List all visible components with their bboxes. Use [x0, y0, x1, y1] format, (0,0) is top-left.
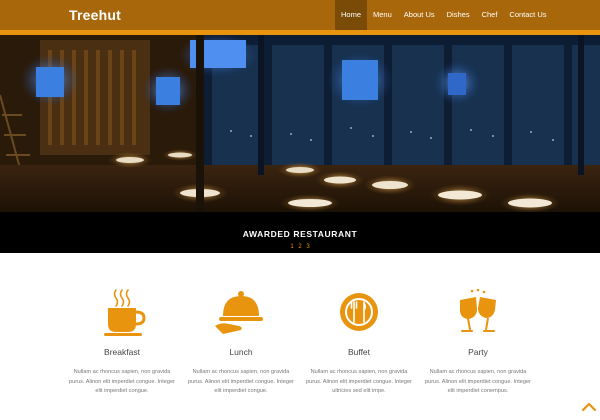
- nav-home[interactable]: Home: [335, 0, 368, 30]
- cloche-icon: [185, 288, 297, 336]
- site-header: Treehut Home Menu About Us Dishes Chef C…: [0, 0, 600, 30]
- pager-dot-1[interactable]: 1: [290, 244, 293, 250]
- nav-about-us[interactable]: About Us: [398, 0, 441, 30]
- nav-dishes[interactable]: Dishes: [441, 0, 476, 30]
- service-title: Party: [468, 347, 488, 357]
- main-nav: Home Menu About Us Dishes Chef Contact U…: [335, 0, 553, 30]
- restaurant-interior-illustration: [0, 35, 600, 212]
- service-title: Buffet: [347, 347, 371, 357]
- nav-contact-us[interactable]: Contact Us: [503, 0, 552, 30]
- service-description: Nullam ac rhoncus sapien, non gravida pu…: [424, 369, 532, 394]
- plate-cutlery-icon: [303, 288, 415, 336]
- hero-caption-bar: AWARDED RESTAURANT 1 2 3: [0, 212, 600, 253]
- service-description: Nullam ac rhoncus sapien, non gravida pu…: [187, 369, 295, 394]
- hero-caption-title: AWARDED RESTAURANT: [242, 229, 358, 239]
- slider-pager: 1 2 3: [0, 244, 600, 250]
- back-to-top-button[interactable]: [578, 396, 600, 420]
- service-description: Nullam ac rhoncus sapien, non gravida pu…: [305, 369, 413, 394]
- service-description: Nullam ac rhoncus sapien, non gravida pu…: [68, 369, 176, 394]
- coffee-cup-icon: [66, 288, 178, 336]
- services-section: Breakfast Nullam ac rhoncus sapien, non …: [0, 253, 600, 420]
- hero-slide-image: [0, 35, 600, 212]
- service-title: Breakfast: [104, 347, 140, 357]
- nav-chef[interactable]: Chef: [476, 0, 504, 30]
- nav-menu[interactable]: Menu: [367, 0, 398, 30]
- pager-dot-2[interactable]: 2: [298, 244, 301, 250]
- pager-dot-3[interactable]: 3: [306, 244, 309, 250]
- brand-logo[interactable]: Treehut: [69, 7, 121, 23]
- chevron-up-icon: [581, 402, 597, 412]
- service-title: Lunch: [229, 347, 253, 357]
- wine-glasses-icon: [422, 288, 534, 336]
